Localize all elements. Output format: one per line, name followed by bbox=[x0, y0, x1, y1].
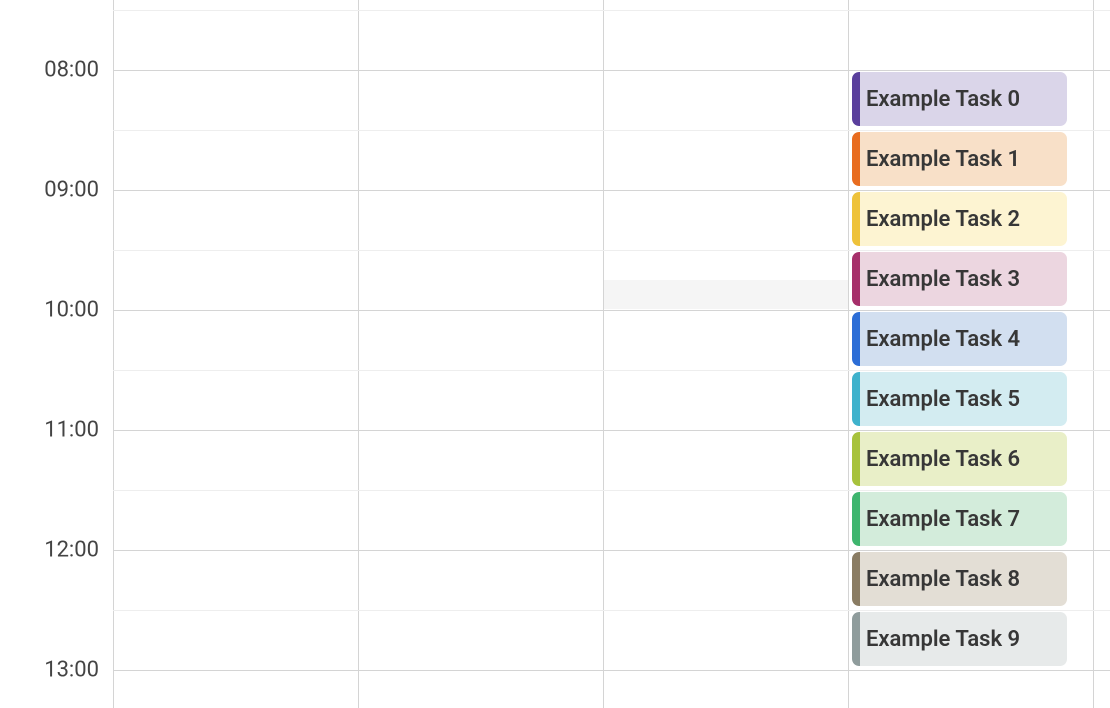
task-block[interactable]: Example Task 9 bbox=[852, 612, 1067, 666]
half-hour-line bbox=[113, 370, 1110, 371]
time-label: 13:00 bbox=[44, 657, 99, 682]
calendar-week-view: 08:00 09:00 10:00 11:00 12:00 13:00 Exam… bbox=[0, 0, 1110, 708]
hour-line bbox=[113, 70, 1110, 71]
time-label: 09:00 bbox=[44, 177, 99, 202]
task-block[interactable]: Example Task 0 bbox=[852, 72, 1067, 126]
half-hour-line bbox=[113, 130, 1110, 131]
half-hour-line bbox=[113, 250, 1110, 251]
task-block[interactable]: Example Task 1 bbox=[852, 132, 1067, 186]
task-accent-bar bbox=[852, 492, 860, 546]
time-gutter: 08:00 09:00 10:00 11:00 12:00 13:00 bbox=[0, 0, 113, 708]
task-block[interactable]: Example Task 2 bbox=[852, 192, 1067, 246]
hour-line bbox=[113, 190, 1110, 191]
task-accent-bar bbox=[852, 192, 860, 246]
task-block[interactable]: Example Task 7 bbox=[852, 492, 1067, 546]
task-block[interactable]: Example Task 6 bbox=[852, 432, 1067, 486]
task-accent-bar bbox=[852, 372, 860, 426]
task-label: Example Task 7 bbox=[866, 507, 1020, 532]
task-label: Example Task 2 bbox=[866, 207, 1020, 232]
hour-line bbox=[113, 310, 1110, 311]
task-accent-bar bbox=[852, 552, 860, 606]
task-label: Example Task 9 bbox=[866, 627, 1020, 652]
task-label: Example Task 8 bbox=[866, 567, 1020, 592]
time-label: 08:00 bbox=[44, 57, 99, 82]
task-block[interactable]: Example Task 3 bbox=[852, 252, 1067, 306]
half-hour-line bbox=[113, 610, 1110, 611]
task-accent-bar bbox=[852, 72, 860, 126]
task-accent-bar bbox=[852, 252, 860, 306]
task-label: Example Task 1 bbox=[866, 147, 1020, 172]
time-label: 12:00 bbox=[44, 537, 99, 562]
time-label: 11:00 bbox=[44, 417, 99, 442]
task-label: Example Task 3 bbox=[866, 267, 1020, 292]
task-block[interactable]: Example Task 8 bbox=[852, 552, 1067, 606]
task-accent-bar bbox=[852, 432, 860, 486]
task-accent-bar bbox=[852, 132, 860, 186]
hour-line bbox=[113, 430, 1110, 431]
task-label: Example Task 0 bbox=[866, 87, 1020, 112]
hour-line bbox=[113, 550, 1110, 551]
task-accent-bar bbox=[852, 612, 860, 666]
task-label: Example Task 6 bbox=[866, 447, 1020, 472]
time-label: 10:00 bbox=[44, 297, 99, 322]
hour-line bbox=[113, 670, 1110, 671]
task-accent-bar bbox=[852, 312, 860, 366]
day-column[interactable] bbox=[113, 0, 358, 708]
half-hour-line bbox=[113, 10, 1110, 11]
task-label: Example Task 5 bbox=[866, 387, 1020, 412]
task-label: Example Task 4 bbox=[866, 327, 1020, 352]
day-column[interactable] bbox=[603, 0, 848, 708]
task-block[interactable]: Example Task 4 bbox=[852, 312, 1067, 366]
half-hour-line bbox=[113, 490, 1110, 491]
day-column[interactable] bbox=[358, 0, 603, 708]
day-column[interactable] bbox=[1093, 0, 1110, 708]
task-block[interactable]: Example Task 5 bbox=[852, 372, 1067, 426]
